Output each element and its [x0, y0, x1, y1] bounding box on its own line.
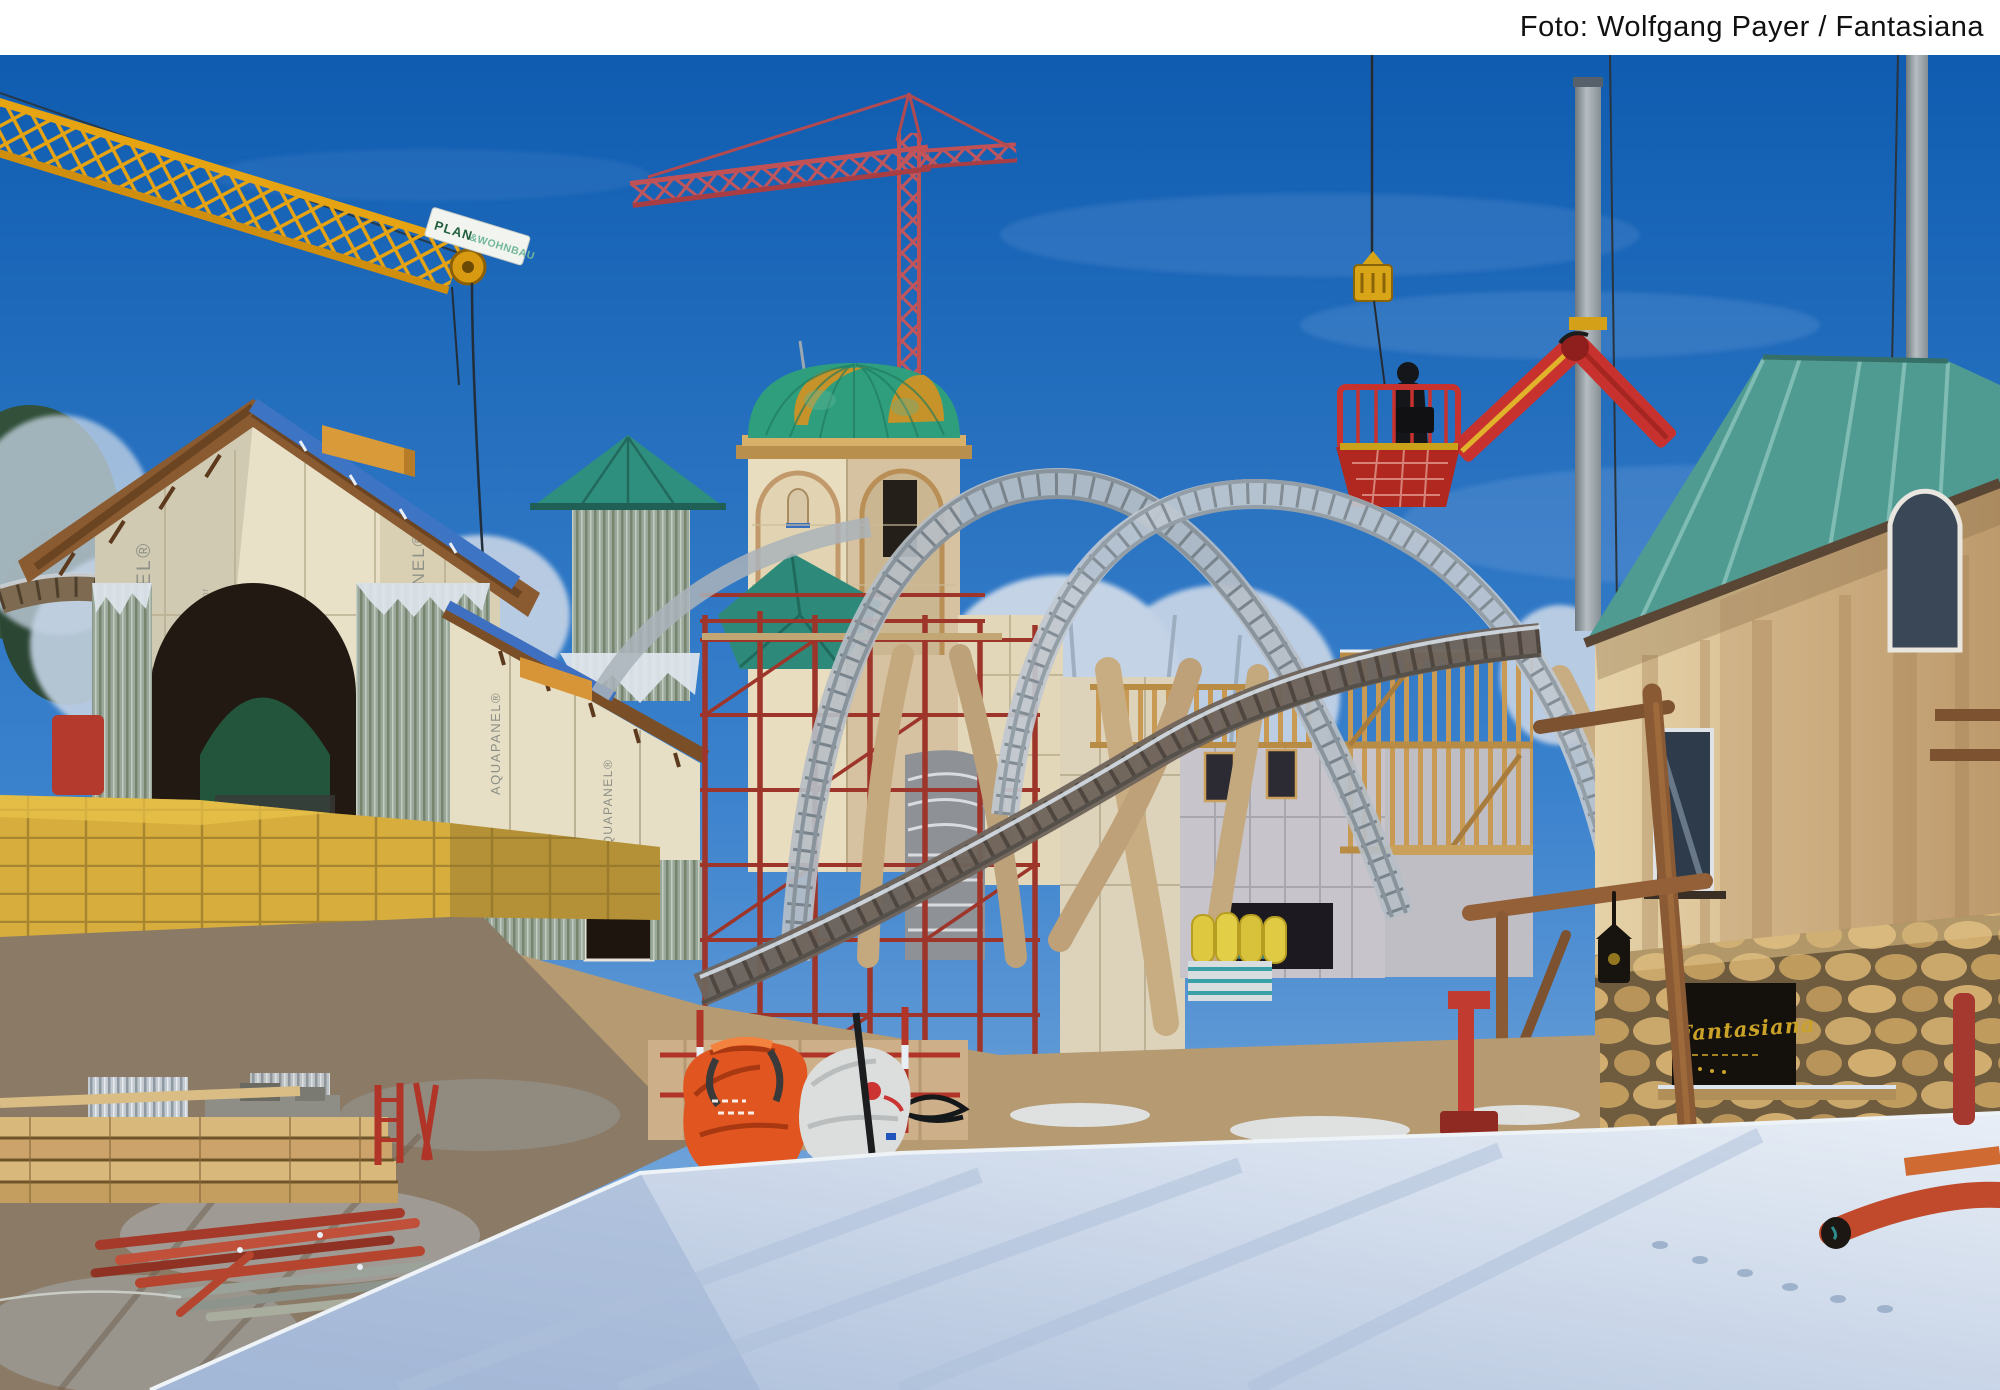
- insulation-rolls: [1188, 913, 1286, 1001]
- screenshot: Foto: Wolfgang Payer / Fantasiana: [0, 0, 2000, 1390]
- window-opening: [1267, 750, 1296, 798]
- tower-arched-window: [1890, 491, 1960, 650]
- construction-site-photo: PLAN &WOHNBAU: [0, 55, 2000, 1390]
- aquapanel-print: AQUAPANEL®: [488, 692, 503, 795]
- red-pipe-vertical: [1953, 993, 1975, 1125]
- orange-big-bag: [683, 1040, 808, 1174]
- photo-credit: Foto: Wolfgang Payer / Fantasiana: [1520, 11, 2000, 44]
- photo-credit-bar: Foto: Wolfgang Payer / Fantasiana: [0, 0, 2000, 55]
- red-machine: [52, 715, 104, 795]
- fantasiana-banner: Fantasiana: [1672, 983, 1816, 1089]
